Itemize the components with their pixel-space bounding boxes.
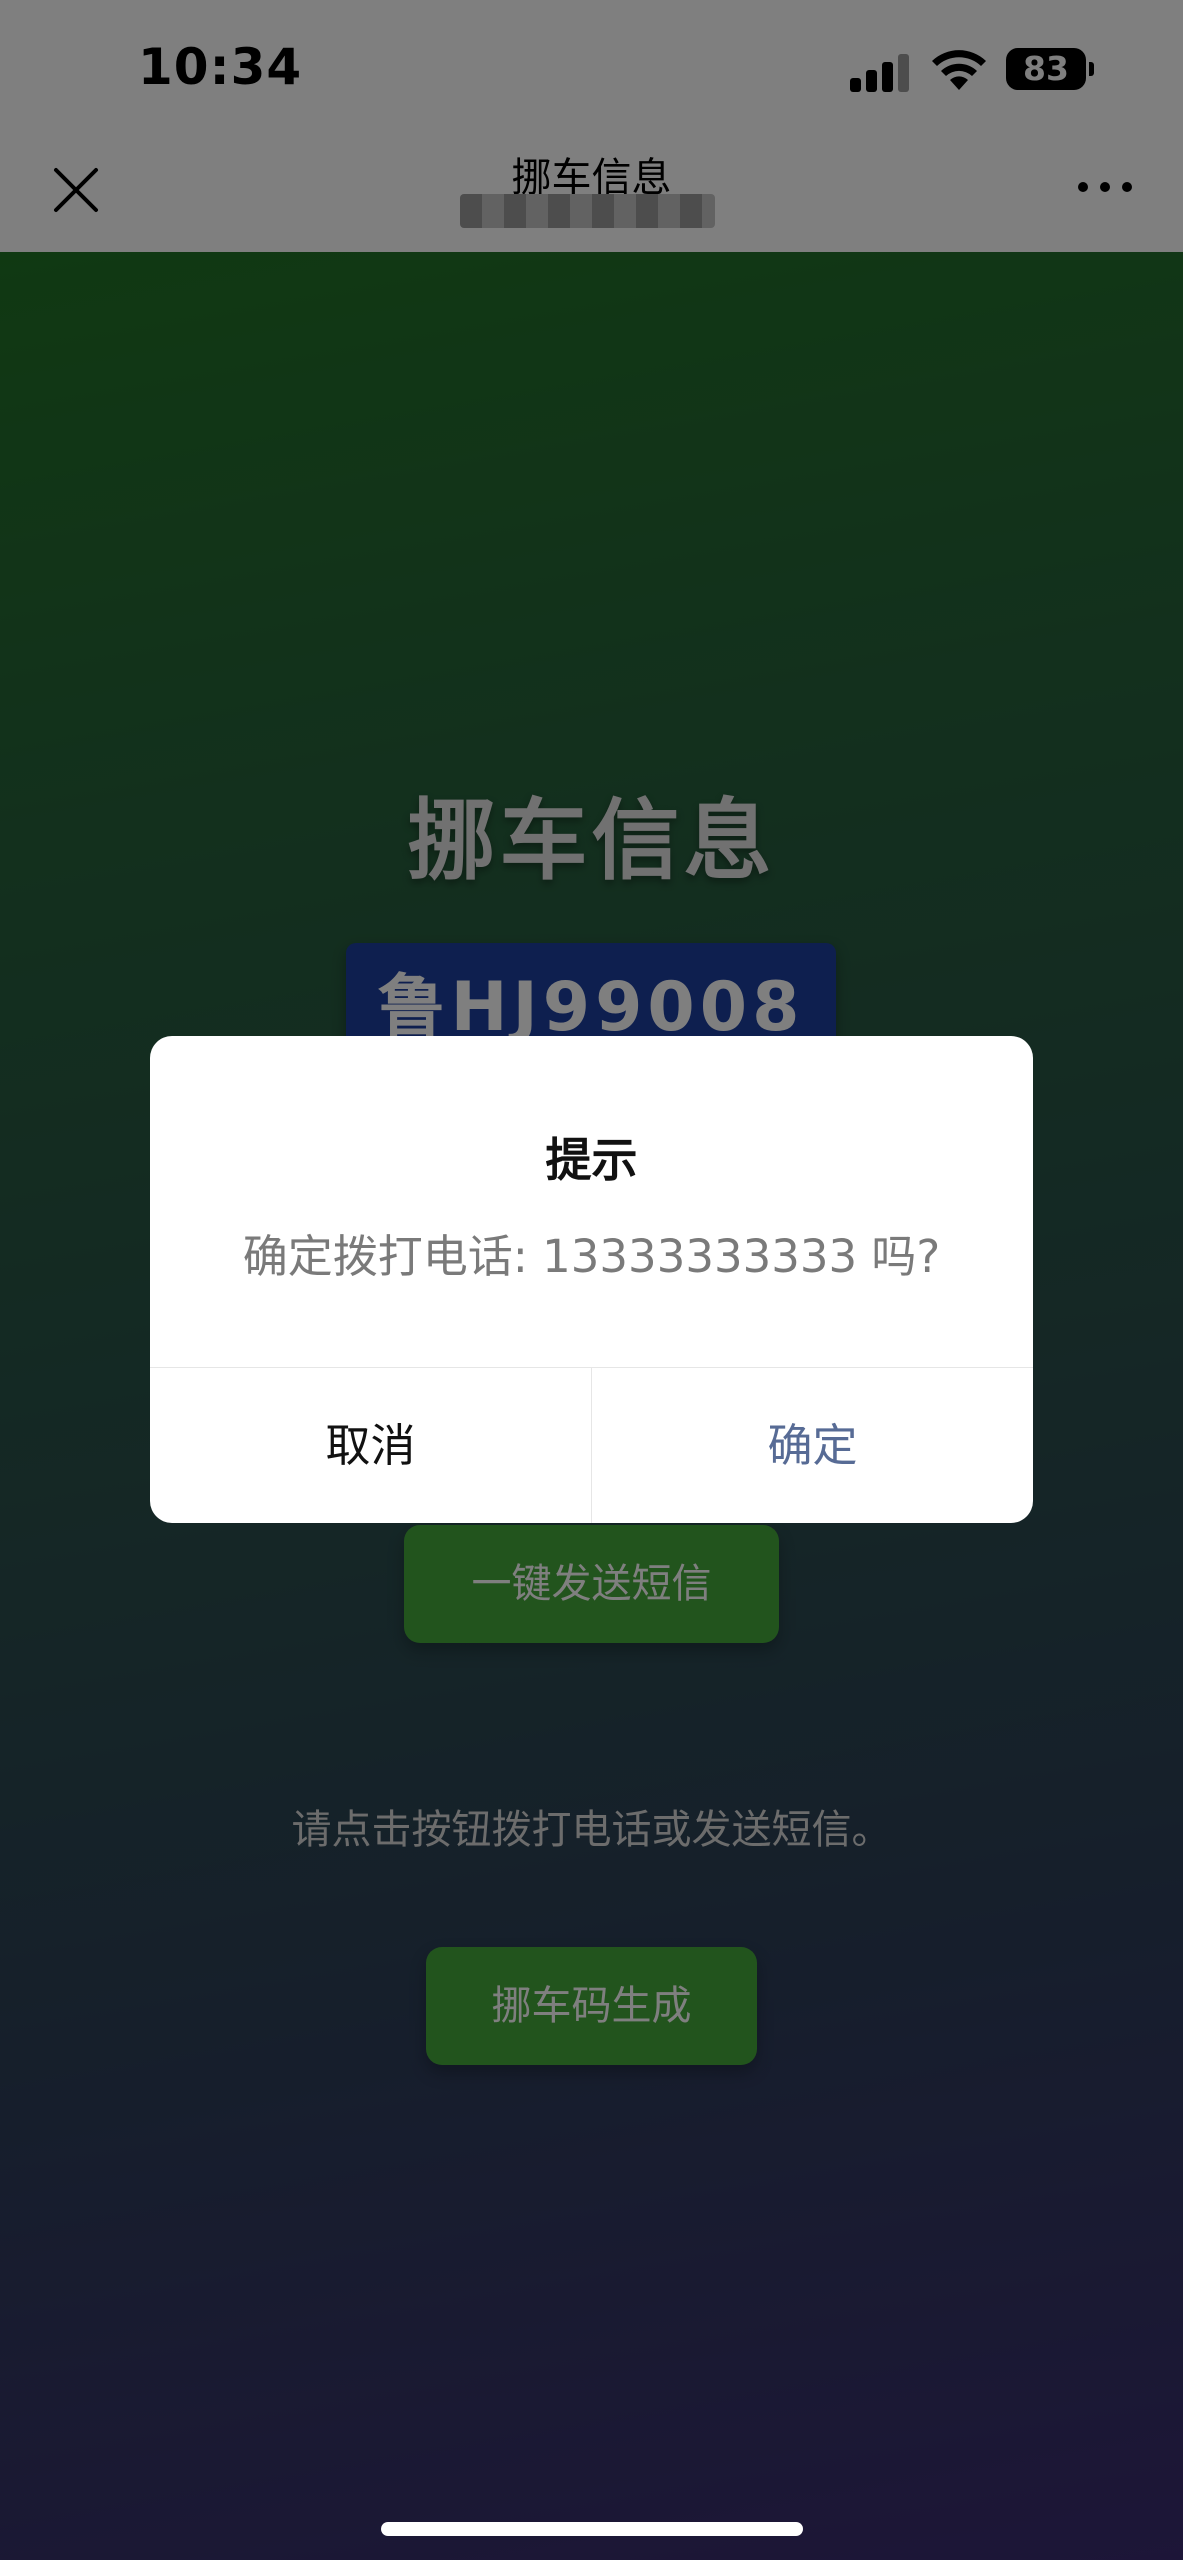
page: 10:34 83 挪车信息 挪车信息 鲁HJ99008 一键发送短信 请点击按钮… xyxy=(0,0,1183,2560)
dialog-title: 提示 xyxy=(545,1133,638,1187)
home-indicator[interactable] xyxy=(381,2522,803,2536)
confirm-dialog: 提示 确定拨打电话: 13333333333 吗? 取消 确定 xyxy=(150,1036,1033,1523)
confirm-button[interactable]: 确定 xyxy=(592,1368,1033,1523)
dialog-message: 确定拨打电话: 13333333333 吗? xyxy=(242,1230,941,1283)
cancel-button[interactable]: 取消 xyxy=(150,1368,591,1523)
